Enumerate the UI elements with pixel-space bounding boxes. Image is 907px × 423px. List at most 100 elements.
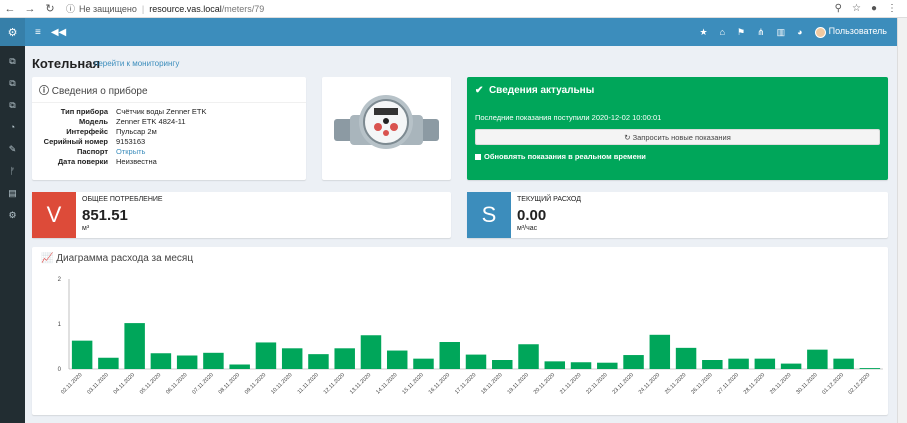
chart-bar[interactable] — [229, 364, 250, 370]
current-value: 0.00 — [517, 207, 547, 224]
chart-title: 📈 Диаграмма расхода за месяц — [41, 253, 194, 264]
sidebar-item-7[interactable]: ⚙ — [0, 204, 25, 226]
passport-link[interactable]: Открыть — [116, 147, 145, 157]
chart-bar[interactable] — [728, 358, 749, 369]
chart-bar[interactable] — [281, 348, 303, 369]
bank-icon[interactable]: ⌂ — [720, 27, 725, 37]
device-info-value: Пульсар 2м — [116, 127, 157, 136]
chart-bar[interactable] — [465, 354, 487, 369]
sidebar-item-4[interactable]: ✎ — [0, 138, 25, 160]
current-unit: м³/час — [517, 225, 538, 232]
x-tick-label: 14.11.2020 — [375, 372, 398, 395]
meter-image-box — [322, 77, 451, 180]
check-icon: ✔ — [475, 85, 484, 96]
chart-bar[interactable] — [439, 342, 460, 369]
star-icon[interactable]: ☆ — [852, 3, 861, 14]
chart-bar[interactable] — [492, 360, 513, 369]
x-tick-label: 24.11.2020 — [638, 372, 661, 395]
star-icon[interactable]: ★ — [700, 27, 708, 38]
realtime-checkbox[interactable]: Обновлять показания в реальном времени — [467, 152, 888, 161]
chart-bar[interactable] — [203, 352, 224, 369]
browser-toolbar: ← → ↻ ⓘ Не защищено | resource.vas.local… — [0, 0, 907, 18]
device-info-value: Zenner ETK 4824-11 — [116, 117, 186, 126]
chart-bar[interactable] — [255, 342, 277, 369]
sidebar-item-5[interactable]: ᚠ — [0, 160, 25, 182]
x-tick-label: 13.11.2020 — [349, 372, 372, 395]
scrollbar[interactable] — [897, 18, 907, 423]
sidebar-item-1[interactable]: ⧉ — [0, 72, 25, 94]
logo-icon[interactable]: ⚙ — [0, 18, 25, 46]
x-tick-label: 18.11.2020 — [480, 372, 503, 395]
chart-bar[interactable] — [859, 368, 881, 369]
sitemap-icon[interactable]: ⋔ — [757, 27, 765, 38]
sidebar-item-0[interactable]: ⧉ — [0, 50, 25, 72]
device-info-key: Модель — [78, 117, 108, 126]
checkbox-icon[interactable] — [475, 153, 481, 160]
chart-bar[interactable] — [807, 349, 828, 369]
chart-icon[interactable]: ▥ — [777, 27, 786, 38]
dashboard-icon[interactable]: ◕ — [797, 27, 802, 37]
chart-bar[interactable] — [754, 358, 776, 369]
total-consumption-box: V ОБЩЕЕ ПОТРЕБЛЕНИЕ 851.51 м³ — [32, 192, 451, 238]
back-icon[interactable]: ← — [0, 3, 20, 15]
chart-bar[interactable] — [150, 353, 172, 369]
chart-bar[interactable] — [98, 357, 119, 369]
chart-bar[interactable] — [386, 350, 408, 369]
total-label: ОБЩЕЕ ПОТРЕБЛЕНИЕ — [82, 196, 163, 203]
device-info-key: Паспорт — [77, 147, 108, 156]
x-tick-label: 07.11.2020 — [191, 372, 214, 395]
account-icon[interactable]: ● — [871, 3, 877, 14]
flag-icon[interactable]: ⚑ — [737, 27, 745, 38]
chart-bar[interactable] — [544, 361, 566, 369]
chart-bar[interactable] — [334, 348, 355, 369]
address-bar[interactable]: ⓘ Не защищено | resource.vas.local/meter… — [66, 2, 835, 15]
menu-icon[interactable]: ⋮ — [887, 3, 897, 14]
x-tick-label: 21.11.2020 — [559, 372, 582, 395]
sidebar-item-2[interactable]: ⧉ — [0, 94, 25, 116]
chart-bar[interactable] — [570, 362, 592, 369]
gear-icon: ⚙ — [8, 209, 17, 220]
user-menu[interactable]: Пользователь — [814, 26, 887, 38]
chart-bar[interactable] — [308, 354, 329, 369]
x-tick-label: 06.11.2020 — [165, 372, 188, 395]
x-tick-label: 10.11.2020 — [270, 372, 293, 395]
total-unit: м³ — [82, 225, 90, 232]
security-label: Не защищено — [79, 3, 137, 14]
refresh-icon: ↻ — [624, 132, 631, 142]
x-tick-label: 04.11.2020 — [113, 372, 136, 395]
chart-bar[interactable] — [833, 358, 854, 369]
speed-icon: S — [467, 192, 511, 238]
chart-bar[interactable] — [176, 355, 198, 370]
x-tick-label: 01.12.2020 — [821, 372, 845, 396]
chart-bar[interactable] — [360, 335, 382, 369]
x-tick-label: 12.11.2020 — [323, 372, 346, 395]
chart-bar[interactable] — [413, 358, 434, 369]
chart-bar[interactable] — [597, 362, 618, 369]
forward-icon[interactable]: → — [20, 3, 40, 15]
menu-icon[interactable]: ≡ — [35, 27, 41, 38]
x-tick-label: 23.11.2020 — [612, 372, 635, 395]
device-info-row: Интерфейс Пульсар 2м — [32, 127, 306, 137]
chart-bar[interactable] — [649, 334, 671, 369]
chart-bar[interactable] — [702, 360, 723, 369]
chart-bar[interactable] — [623, 355, 644, 369]
branch-icon: ᚠ — [9, 166, 16, 176]
chart-bar[interactable] — [124, 323, 145, 369]
reload-icon[interactable]: ↻ — [40, 2, 60, 15]
device-info-key: Серийный номер — [43, 137, 108, 146]
y-tick-label: 1 — [58, 322, 62, 328]
chart-bar[interactable] — [780, 363, 802, 369]
chart-bar[interactable] — [518, 344, 539, 369]
x-tick-label: 09.11.2020 — [244, 372, 267, 395]
info-icon[interactable]: ⓘ — [66, 2, 75, 15]
sidebar-item-3[interactable]: ◔ — [0, 116, 25, 138]
monitor-link[interactable]: перейти к мониторингу — [94, 59, 179, 68]
status-box: ✔ Сведения актуальны Последние показания… — [467, 77, 888, 180]
chart-bar[interactable] — [675, 347, 697, 369]
sidebar: ⧉ ⧉ ⧉ ◔ ✎ ᚠ ▤ ⚙ — [0, 46, 25, 423]
sidebar-item-6[interactable]: ▤ — [0, 182, 25, 204]
collapse-icon[interactable]: ◀◀ — [51, 27, 66, 38]
zoom-icon[interactable]: ⚲ — [835, 3, 842, 14]
chart-bar[interactable] — [71, 340, 93, 369]
request-readings-button[interactable]: ↻ Запросить новые показания — [475, 129, 880, 145]
